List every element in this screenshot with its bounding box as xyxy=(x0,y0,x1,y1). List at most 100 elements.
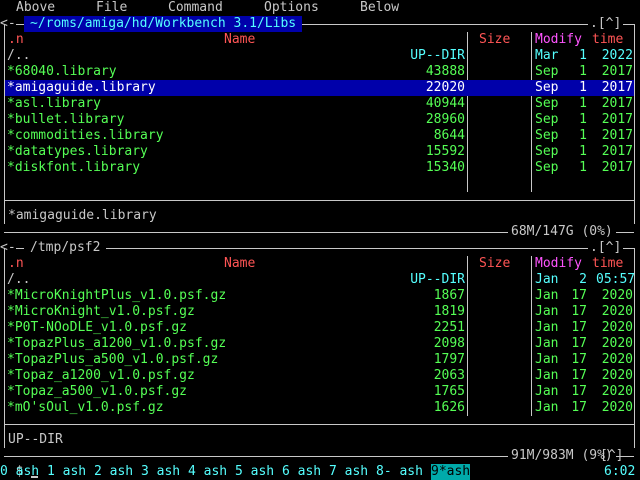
file-day: 1 xyxy=(579,160,587,175)
file-month: Sep xyxy=(535,160,559,175)
file-day: 17 xyxy=(571,384,587,399)
file-size: 15592 xyxy=(425,144,465,159)
panel-path[interactable]: ~/roms/amiga/hd/Workbench 3.1/Libs xyxy=(24,16,303,32)
file-time: 2017 xyxy=(601,96,633,111)
file-month: Jan xyxy=(535,400,559,415)
file-row[interactable]: *Topaz_a500_v1.0.psf.gz 1765 Jan 17 2020 xyxy=(5,384,634,400)
window-tab-0[interactable]: 0 ash xyxy=(0,464,39,480)
window-tab-8[interactable]: 8- ash xyxy=(376,464,423,480)
file-name: *mO'sOul_v1.0.psf.gz xyxy=(7,400,164,415)
file-row[interactable]: *bullet.library 28960 Sep 1 2017 xyxy=(5,112,634,128)
file-day: 1 xyxy=(579,64,587,79)
file-row[interactable]: *amigaguide.library 22020 Sep 1 2017 xyxy=(5,80,634,96)
file-row[interactable]: *68040.library 43888 Sep 1 2017 xyxy=(5,64,634,80)
window-tab-1[interactable]: 1 ash xyxy=(47,464,86,480)
file-size: 40944 xyxy=(425,96,465,111)
shell-expand-button[interactable]: [^] xyxy=(600,448,623,464)
file-row[interactable]: *diskfont.library 15340 Sep 1 2017 xyxy=(5,160,634,176)
menu-command[interactable]: Command xyxy=(168,0,223,16)
menu-options[interactable]: Options xyxy=(264,0,319,16)
window-tab-5[interactable]: 5 ash xyxy=(235,464,274,480)
file-time: 2020 xyxy=(601,320,633,335)
file-name: /.. xyxy=(7,272,31,287)
menu-above[interactable]: Above xyxy=(16,0,55,16)
file-day: 17 xyxy=(571,352,587,367)
header-size[interactable]: Size xyxy=(479,256,510,272)
file-row[interactable]: /.. UP--DIR Mar 1 2022 xyxy=(5,48,634,64)
file-month: Jan xyxy=(535,336,559,351)
file-row[interactable]: *TopazPlus_a1200_v1.0.psf.gz 2098 Jan 17 202… xyxy=(5,336,634,352)
file-day: 17 xyxy=(571,336,587,351)
file-day: 1 xyxy=(579,112,587,127)
file-size: 1867 xyxy=(433,288,465,303)
file-row[interactable]: *P0T-NOoDLE_v1.0.psf.gz 2251 Jan 17 2020 xyxy=(5,320,634,336)
header-name[interactable]: Name xyxy=(224,256,255,272)
header-sort-indicator[interactable]: .n xyxy=(8,256,24,272)
header-time[interactable]: time xyxy=(592,256,623,272)
file-name: *Topaz_a1200_v1.0.psf.gz xyxy=(7,368,195,383)
panel-corner-left: <- xyxy=(0,240,16,256)
file-row[interactable]: *MicroKnightPlus_v1.0.psf.gz 1867 Jan 17 202… xyxy=(5,288,634,304)
file-row[interactable]: *datatypes.library 15592 Sep 1 2017 xyxy=(5,144,634,160)
window-tab-6[interactable]: 6 ash xyxy=(282,464,321,480)
panel-path[interactable]: /tmp/psf2 xyxy=(24,240,107,256)
file-size: 2098 xyxy=(433,336,465,351)
window-tab-4[interactable]: 4 ash xyxy=(188,464,227,480)
file-row[interactable]: *TopazPlus_a500_v1.0.psf.gz 1797 Jan 17 2020 xyxy=(5,352,634,368)
file-time: 2017 xyxy=(601,128,633,143)
header-name[interactable]: Name xyxy=(224,32,255,48)
file-day: 1 xyxy=(579,96,587,111)
file-month: Sep xyxy=(535,128,559,143)
header-modify[interactable]: Modify xyxy=(535,256,582,272)
file-size: 15340 xyxy=(425,160,465,175)
panel-expand-button[interactable]: .[^] xyxy=(588,240,624,256)
file-size: 1819 xyxy=(433,304,465,319)
file-row[interactable]: *Topaz_a1200_v1.0.psf.gz 2063 Jan 17 2020 xyxy=(5,368,634,384)
file-row[interactable]: *asl.library 40944 Sep 1 2017 xyxy=(5,96,634,112)
window-tab-3[interactable]: 3 ash xyxy=(141,464,180,480)
file-day: 1 xyxy=(579,48,587,63)
file-size: 1626 xyxy=(433,400,465,415)
panel-expand-button[interactable]: .[^] xyxy=(588,16,624,32)
file-month: Jan xyxy=(535,272,559,287)
header-modify[interactable]: Modify xyxy=(535,32,582,48)
panel-status: *amigaguide.library xyxy=(8,208,157,223)
file-time: 2017 xyxy=(601,112,633,127)
file-month: Mar xyxy=(535,48,559,63)
file-time: 2020 xyxy=(601,368,633,383)
file-time: 2017 xyxy=(601,80,633,95)
file-day: 1 xyxy=(579,128,587,143)
file-size: 43888 xyxy=(425,64,465,79)
window-tab-2[interactable]: 2 ash xyxy=(94,464,133,480)
panel-corner-left: <- xyxy=(0,16,16,32)
header-sort-indicator[interactable]: .n xyxy=(8,32,24,48)
menu-below[interactable]: Below xyxy=(360,0,399,16)
file-row[interactable]: *MicroKnight_v1.0.psf.gz 1819 Jan 17 2020 xyxy=(5,304,634,320)
file-month: Jan xyxy=(535,288,559,303)
shell-prompt[interactable]: $ xyxy=(0,448,39,479)
file-row[interactable]: *mO'sOul_v1.0.psf.gz 1626 Jan 17 2020 xyxy=(5,400,634,416)
header-size[interactable]: Size xyxy=(479,32,510,48)
file-day: 2 xyxy=(579,272,587,287)
file-row[interactable]: /.. UP--DIR Jan 2 05:57 xyxy=(5,272,635,288)
file-day: 17 xyxy=(571,368,587,383)
file-month: Jan xyxy=(535,320,559,335)
file-time: 2020 xyxy=(601,352,633,367)
file-name: *bullet.library xyxy=(7,112,125,127)
file-row[interactable]: *commodities.library 8644 Sep 1 2017 xyxy=(5,128,634,144)
file-month: Sep xyxy=(535,112,559,127)
file-name: *TopazPlus_a1200_v1.0.psf.gz xyxy=(7,336,227,351)
menu-file[interactable]: File xyxy=(96,0,127,16)
window-tab-9[interactable]: 9*ash xyxy=(431,464,471,480)
file-month: Sep xyxy=(535,96,559,111)
window-tab-7[interactable]: 7 ash xyxy=(329,464,368,480)
file-size: UP--DIR xyxy=(410,48,465,63)
file-size: 28960 xyxy=(425,112,465,127)
file-time: 2020 xyxy=(601,288,633,303)
file-name: *68040.library xyxy=(7,64,117,79)
clock: 6:02 xyxy=(604,464,636,479)
header-time[interactable]: time xyxy=(592,32,623,48)
file-time: 2020 xyxy=(601,304,633,319)
file-day: 17 xyxy=(571,320,587,335)
file-name: *amigaguide.library xyxy=(7,80,156,95)
